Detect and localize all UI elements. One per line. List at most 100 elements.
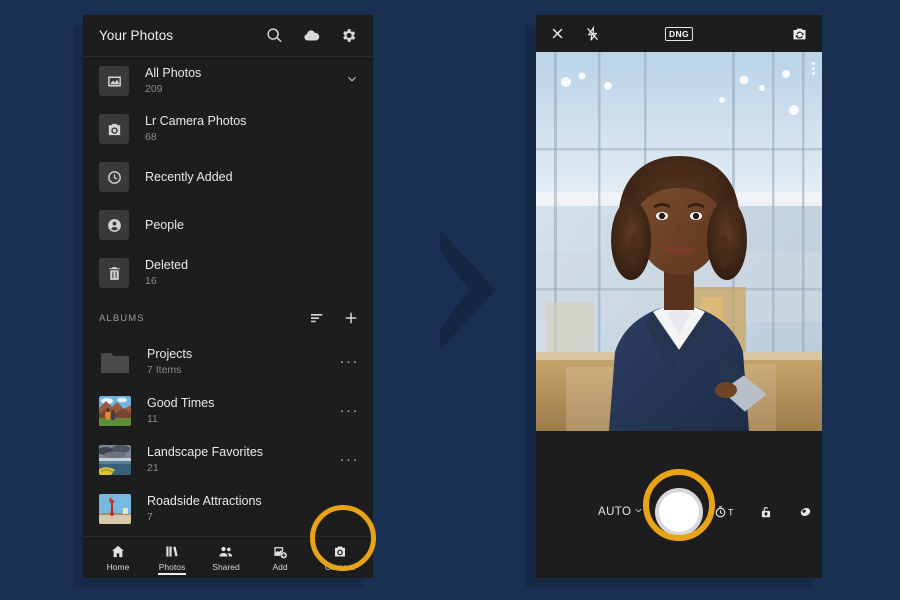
album-count: 21 <box>147 461 159 474</box>
stormy-lake-thumb <box>99 444 131 475</box>
people-icon <box>218 544 234 559</box>
flow-arrow-icon <box>440 230 496 350</box>
capture-mode-label: AUTO <box>598 506 632 518</box>
sidebar-item-text: Deleted 16 <box>145 258 188 288</box>
sidebar-item-label: Lr Camera Photos <box>145 114 247 128</box>
sidebar-item-lr-camera-photos[interactable]: Lr Camera Photos 68 <box>83 105 373 153</box>
all-photos-icon <box>99 66 129 96</box>
header-actions <box>266 27 357 44</box>
sidebar-item-recently-added[interactable]: Recently Added <box>83 153 373 201</box>
camera-panel: DNG AUTO T <box>536 15 822 578</box>
bottom-nav-item-add[interactable]: Add <box>257 544 303 572</box>
chevron-down-icon[interactable] <box>345 72 359 91</box>
album-text: Roadside Attractions 7 <box>147 494 262 524</box>
camera-controls-bar: AUTO T <box>536 431 822 578</box>
trash-icon <box>99 258 129 288</box>
camera-top-bar: DNG <box>536 15 822 52</box>
camera-icon <box>332 544 348 559</box>
gear-icon[interactable] <box>340 27 357 44</box>
photos-library-panel: Your Photos All Photos 209 Lr Camera Pho… <box>83 15 373 578</box>
library-icon <box>164 544 180 559</box>
sidebar-item-label: People <box>145 217 184 232</box>
screenshot-stage: Your Photos All Photos 209 Lr Camera Pho… <box>0 0 900 600</box>
album-count: 7 Items <box>147 363 182 376</box>
list-item[interactable]: Good Times 11 ··· <box>83 386 373 435</box>
library-scroll-area[interactable]: All Photos 209 Lr Camera Photos 68 Recen… <box>83 57 373 536</box>
close-icon[interactable] <box>550 26 565 41</box>
album-label: Landscape Favorites <box>147 444 264 459</box>
shutter-button[interactable] <box>655 488 703 536</box>
more-options-icon[interactable]: ··· <box>340 452 362 467</box>
preset-icon[interactable] <box>798 506 813 519</box>
sidebar-item-text: Recently Added <box>145 170 233 185</box>
red-arrow-sign-thumb <box>99 493 131 524</box>
more-options-icon[interactable]: ··· <box>340 501 362 516</box>
bottom-navigation-bar: Home Photos Shared Add Camera <box>83 536 373 578</box>
album-label: Good Times <box>147 395 215 410</box>
album-count: 7 <box>147 510 153 523</box>
exposure-lock-icon[interactable] <box>759 505 773 520</box>
level-dots <box>812 62 815 75</box>
bottom-nav-right-group: Add Camera <box>257 544 363 572</box>
album-text: Projects 7 Items <box>147 347 192 377</box>
cloud-icon[interactable] <box>303 27 320 44</box>
search-icon[interactable] <box>266 27 283 44</box>
camera-icon <box>99 114 129 144</box>
folder-icon <box>99 346 131 377</box>
format-badge[interactable]: DNG <box>664 26 694 41</box>
home-icon <box>110 544 126 559</box>
camera-viewfinder[interactable] <box>536 52 822 431</box>
bottom-nav-item-home[interactable]: Home <box>95 544 141 572</box>
chevron-down-icon <box>633 505 644 519</box>
sidebar-item-text: All Photos 209 <box>145 66 201 96</box>
list-item[interactable]: Landscape Favorites 21 ··· <box>83 435 373 484</box>
bottom-nav-label: Camera <box>324 561 356 572</box>
camera-top-left-group <box>550 25 600 42</box>
camera-controls-row: AUTO T <box>536 488 822 536</box>
active-tab-indicator <box>158 572 186 575</box>
bottom-nav-label: Home <box>106 561 130 572</box>
sort-icon[interactable] <box>309 310 325 326</box>
more-options-icon[interactable]: ··· <box>340 403 362 418</box>
list-item[interactable]: Projects 7 Items ··· <box>83 337 373 386</box>
sidebar-item-people[interactable]: People <box>83 201 373 249</box>
add-photo-icon <box>272 544 288 559</box>
flash-off-icon[interactable] <box>585 25 600 42</box>
album-count: 11 <box>147 412 158 425</box>
capture-mode-selector[interactable]: AUTO <box>598 505 644 519</box>
sidebar-item-deleted[interactable]: Deleted 16 <box>83 249 373 297</box>
bottom-nav-label: Shared <box>212 561 240 572</box>
viewfinder-photo <box>536 52 822 431</box>
camera-top-right-group <box>791 26 808 42</box>
sidebar-item-text: Lr Camera Photos 68 <box>145 114 246 144</box>
timer-icon[interactable]: T <box>714 506 734 519</box>
sidebar-item-count: 16 <box>145 275 157 287</box>
add-icon[interactable] <box>343 310 359 326</box>
sidebar-item-label: All Photos <box>145 66 202 80</box>
sidebar-item-count: 68 <box>145 131 157 143</box>
albums-section-header: ALBUMS <box>83 299 373 337</box>
list-item[interactable]: Roadside Attractions 7 ··· <box>83 484 373 533</box>
clock-icon <box>99 162 129 192</box>
album-text: Good Times 11 <box>147 396 214 426</box>
album-label: Projects <box>147 346 193 361</box>
timer-label: T <box>728 507 734 517</box>
albums-title: ALBUMS <box>99 312 145 324</box>
bottom-nav-item-photos[interactable]: Photos <box>149 544 195 575</box>
sidebar-item-label: Recently Added <box>145 169 233 184</box>
sidebar-item-label: Deleted <box>145 258 189 272</box>
camera-flip-icon[interactable] <box>791 26 808 42</box>
albums-actions <box>309 310 359 326</box>
bottom-nav-item-camera[interactable]: Camera <box>317 544 363 572</box>
camera-control-icons: T <box>714 505 813 520</box>
library-header: Your Photos <box>83 15 373 57</box>
person-icon <box>99 210 129 240</box>
page-title: Your Photos <box>99 28 174 43</box>
bottom-nav-item-shared[interactable]: Shared <box>203 544 249 572</box>
more-options-icon[interactable]: ··· <box>340 354 362 369</box>
sidebar-item-all-photos[interactable]: All Photos 209 <box>83 57 373 105</box>
bottom-nav-left-group: Home Photos Shared <box>95 544 249 575</box>
album-text: Landscape Favorites 21 <box>147 445 263 475</box>
sidebar-item-text: People <box>145 218 184 233</box>
sidebar-item-count: 209 <box>145 83 163 95</box>
